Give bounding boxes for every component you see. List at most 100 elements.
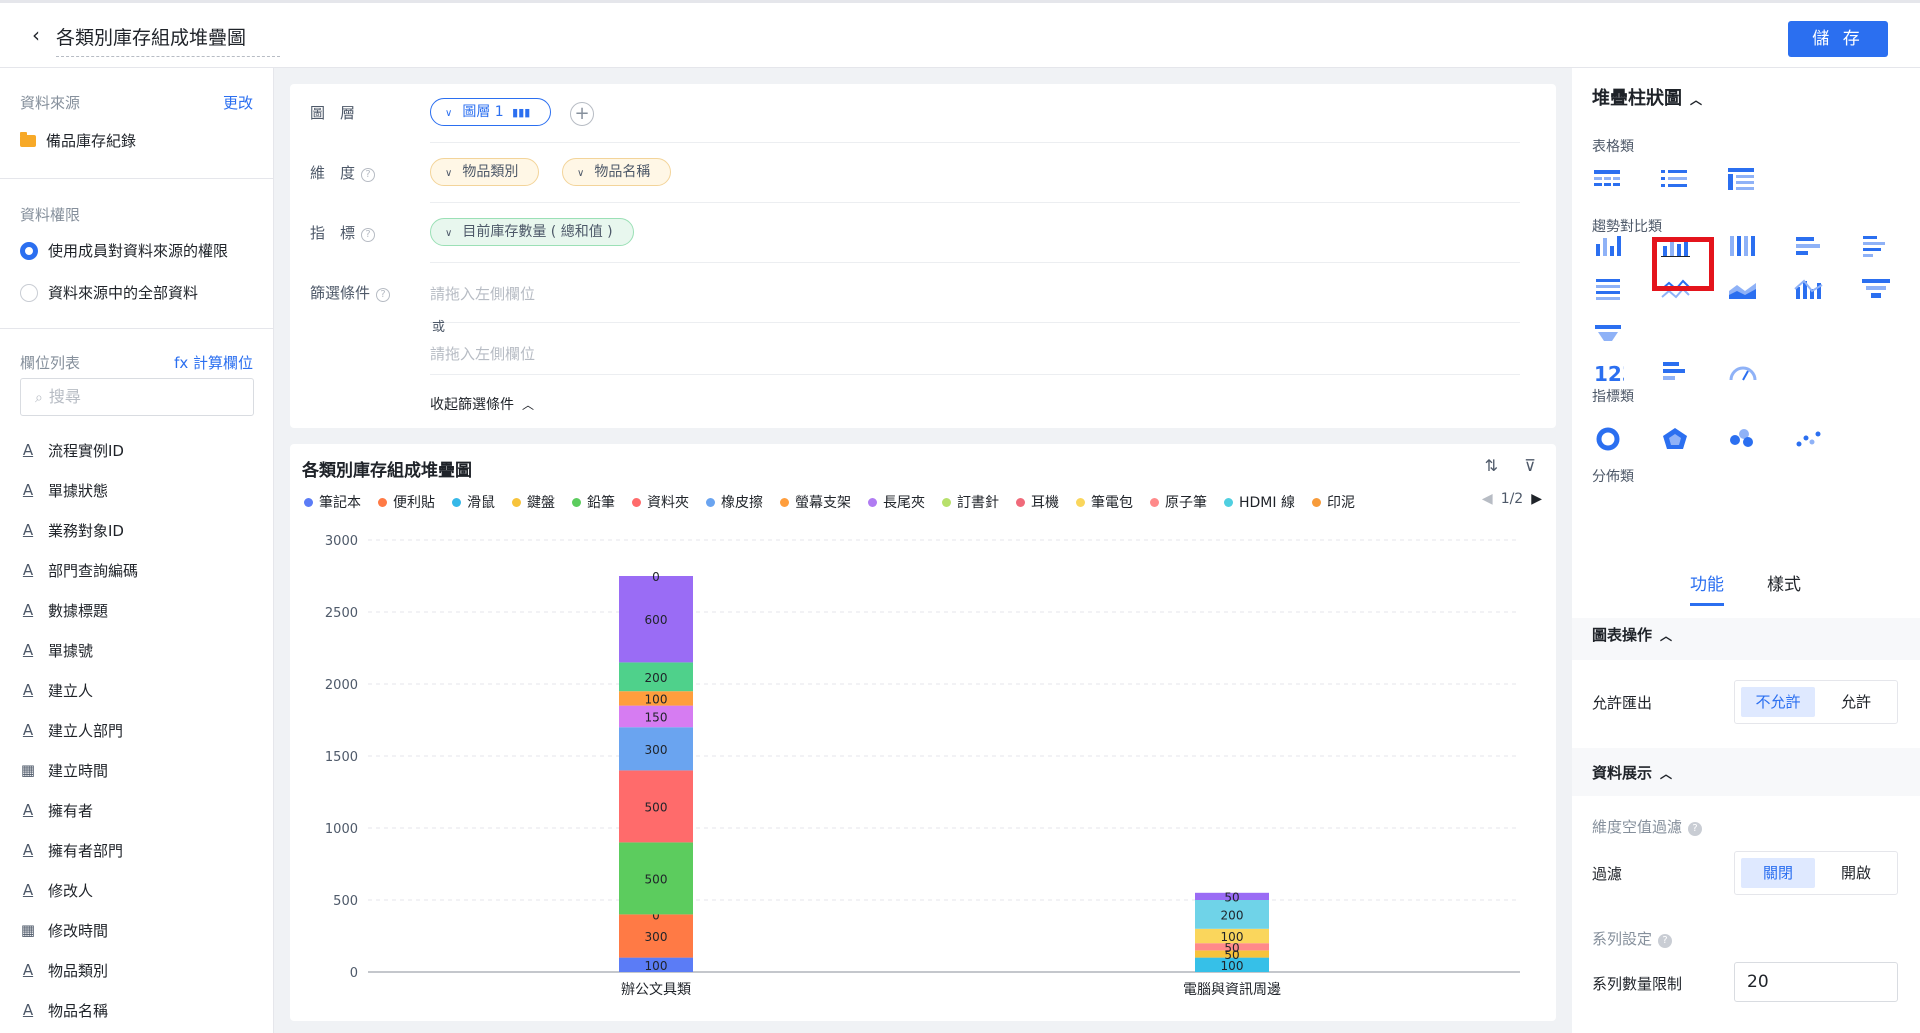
field-item[interactable]: A 擁有者 xyxy=(20,790,138,830)
chevron-down-icon: ∨ xyxy=(445,228,453,239)
chart-title-input[interactable]: 各類別庫存組成堆疊圖 xyxy=(56,23,280,57)
legend-label: HDMI 線 xyxy=(1239,495,1295,511)
field-item[interactable]: A 修改人 xyxy=(20,870,138,910)
reverse-funnel-chart-icon[interactable] xyxy=(1588,313,1630,355)
allow-export-toggle: 不允許 允許 xyxy=(1734,680,1898,724)
legend-item[interactable]: 筆電包 xyxy=(1076,492,1133,512)
field-item[interactable]: A 流程實例ID xyxy=(20,430,138,470)
help-icon[interactable]: ? xyxy=(361,228,376,242)
legend-item[interactable]: 橡皮擦 xyxy=(706,492,763,512)
indicator-bars-icon[interactable] xyxy=(1655,352,1697,394)
filter-drop-zone-2[interactable]: 請拖入左側欄位 xyxy=(430,343,535,364)
legend-item[interactable]: 訂書針 xyxy=(942,492,999,512)
field-item[interactable]: ▦ 建立時間 xyxy=(20,750,138,790)
field-item[interactable]: A 業務對象ID xyxy=(20,510,138,550)
filter-on-option[interactable]: 開啟 xyxy=(1819,858,1893,888)
stacked-bar-chart-icon[interactable] xyxy=(1855,226,1897,268)
dimension-label-text: 維 度 xyxy=(310,164,356,182)
pivot-table-icon[interactable] xyxy=(1722,160,1764,202)
help-icon[interactable]: ? xyxy=(376,288,391,302)
radio-unchecked-icon[interactable] xyxy=(20,283,38,302)
chevron-down-icon: ∨ xyxy=(445,168,453,179)
dim-null-filter-label: 維度空值過濾? xyxy=(1592,816,1703,837)
gauge-icon[interactable] xyxy=(1722,352,1764,394)
dimension-pill-name[interactable]: ∨ 物品名稱 xyxy=(562,158,672,186)
series-limit-input[interactable]: 20 xyxy=(1734,962,1898,1002)
prev-page-icon[interactable]: ◀ xyxy=(1482,491,1493,507)
permission-option-all[interactable]: 資料來源中的全部資料 xyxy=(20,282,198,303)
legend-label: 橡皮擦 xyxy=(721,495,763,511)
number-indicator-icon[interactable]: 123 xyxy=(1588,352,1630,394)
sort-icon[interactable]: ⇅ xyxy=(1485,456,1498,475)
tab-function[interactable]: 功能 xyxy=(1690,570,1724,606)
change-source-link[interactable]: 更改 xyxy=(223,92,253,113)
help-icon[interactable]: ? xyxy=(361,168,376,182)
table-icon[interactable] xyxy=(1588,160,1630,202)
legend-item[interactable]: 便利貼 xyxy=(378,492,435,512)
list-icon[interactable] xyxy=(1655,160,1697,202)
field-item[interactable]: A 物品類別 xyxy=(20,950,138,990)
calc-field-link[interactable]: fx 計算欄位 xyxy=(174,352,253,373)
collapse-filter-label: 收起篩選條件 xyxy=(430,397,514,413)
text-field-icon: A xyxy=(22,721,34,739)
data-display-title[interactable]: 資料展示 ︿ xyxy=(1592,762,1672,783)
field-item[interactable]: ▦ 修改時間 xyxy=(20,910,138,950)
filter-drop-zone-1[interactable]: 請拖入左側欄位 xyxy=(430,283,535,304)
field-item[interactable]: A 建立人部門 xyxy=(20,710,138,750)
bar-chart-icon[interactable] xyxy=(1788,226,1830,268)
field-item[interactable]: A 建立人 xyxy=(20,670,138,710)
permission-option-member[interactable]: 使用成員對資料來源的權限 xyxy=(20,240,228,261)
metric-pill[interactable]: ∨ 目前庫存數量 ( 總和值 ) xyxy=(430,218,634,246)
next-page-icon[interactable]: ▶ xyxy=(1531,491,1542,507)
help-icon[interactable]: ? xyxy=(1658,934,1673,948)
combo-chart-icon[interactable] xyxy=(1788,269,1830,311)
chart-ops-title[interactable]: 圖表操作 ︿ xyxy=(1592,624,1672,645)
data-source-item[interactable]: 備品庫存紀錄 xyxy=(20,130,136,151)
chart-type-title[interactable]: 堆疊柱狀圖 ︿ xyxy=(1592,84,1702,110)
funnel-chart-icon[interactable] xyxy=(1855,269,1897,311)
field-item[interactable]: A 單據號 xyxy=(20,630,138,670)
legend-item[interactable]: 滑鼠 xyxy=(452,492,495,512)
radar-chart-icon[interactable] xyxy=(1655,418,1697,460)
filter-icon[interactable]: ⊽ xyxy=(1524,456,1536,475)
dimension-pill-category[interactable]: ∨ 物品類別 xyxy=(430,158,540,186)
help-icon[interactable]: ? xyxy=(1688,822,1703,836)
legend-item[interactable]: 原子筆 xyxy=(1150,492,1207,512)
export-disallow-option[interactable]: 不允許 xyxy=(1741,687,1815,717)
legend-label: 訂書針 xyxy=(957,495,999,511)
legend-item[interactable]: 鍵盤 xyxy=(512,492,555,512)
scatter-cluster-icon[interactable] xyxy=(1722,418,1764,460)
legend-item[interactable]: 耳機 xyxy=(1016,492,1059,512)
field-item[interactable]: A 數據標題 xyxy=(20,590,138,630)
collapse-filter-button[interactable]: 收起篩選條件 ︿ xyxy=(430,394,534,414)
area-chart-icon[interactable] xyxy=(1722,269,1764,311)
legend-item[interactable]: 資料夾 xyxy=(632,492,689,512)
field-item[interactable]: A 擁有者部門 xyxy=(20,830,138,870)
legend-item[interactable]: 長尾夾 xyxy=(868,492,925,512)
data-label: 50 xyxy=(1224,890,1239,904)
filter-off-option[interactable]: 關閉 xyxy=(1741,858,1815,888)
field-item[interactable]: A 物品名稱 xyxy=(20,990,138,1030)
layer-pill[interactable]: ∨ 圖層 1 ▮▮▮ xyxy=(430,98,552,126)
legend-item[interactable]: 印泥 xyxy=(1311,492,1355,512)
tab-style[interactable]: 樣式 xyxy=(1767,570,1801,595)
percent-bar-chart-icon[interactable] xyxy=(1588,269,1630,311)
scatter-chart-icon[interactable] xyxy=(1788,418,1830,460)
field-search-input[interactable]: ⌕ 搜尋 xyxy=(20,378,254,416)
radio-checked-icon[interactable] xyxy=(20,241,38,260)
divider xyxy=(430,142,1520,143)
back-arrow-icon[interactable]: ‹ xyxy=(32,23,40,47)
legend-item[interactable]: 筆記本 xyxy=(304,492,361,512)
export-allow-option[interactable]: 允許 xyxy=(1819,687,1893,717)
field-item[interactable]: A 部門查詢編碼 xyxy=(20,550,138,590)
field-item[interactable]: A 單據狀態 xyxy=(20,470,138,510)
add-layer-icon[interactable]: + xyxy=(570,102,594,126)
save-button[interactable]: 儲 存 xyxy=(1788,21,1888,57)
donut-chart-icon[interactable] xyxy=(1588,418,1630,460)
column-chart-icon[interactable] xyxy=(1588,226,1630,268)
y-tick-label: 2000 xyxy=(325,678,358,693)
legend-item[interactable]: HDMI 線 xyxy=(1224,492,1295,512)
legend-item[interactable]: 螢幕支架 xyxy=(780,492,851,512)
percent-column-chart-icon[interactable] xyxy=(1722,226,1764,268)
legend-item[interactable]: 鉛筆 xyxy=(572,492,615,512)
